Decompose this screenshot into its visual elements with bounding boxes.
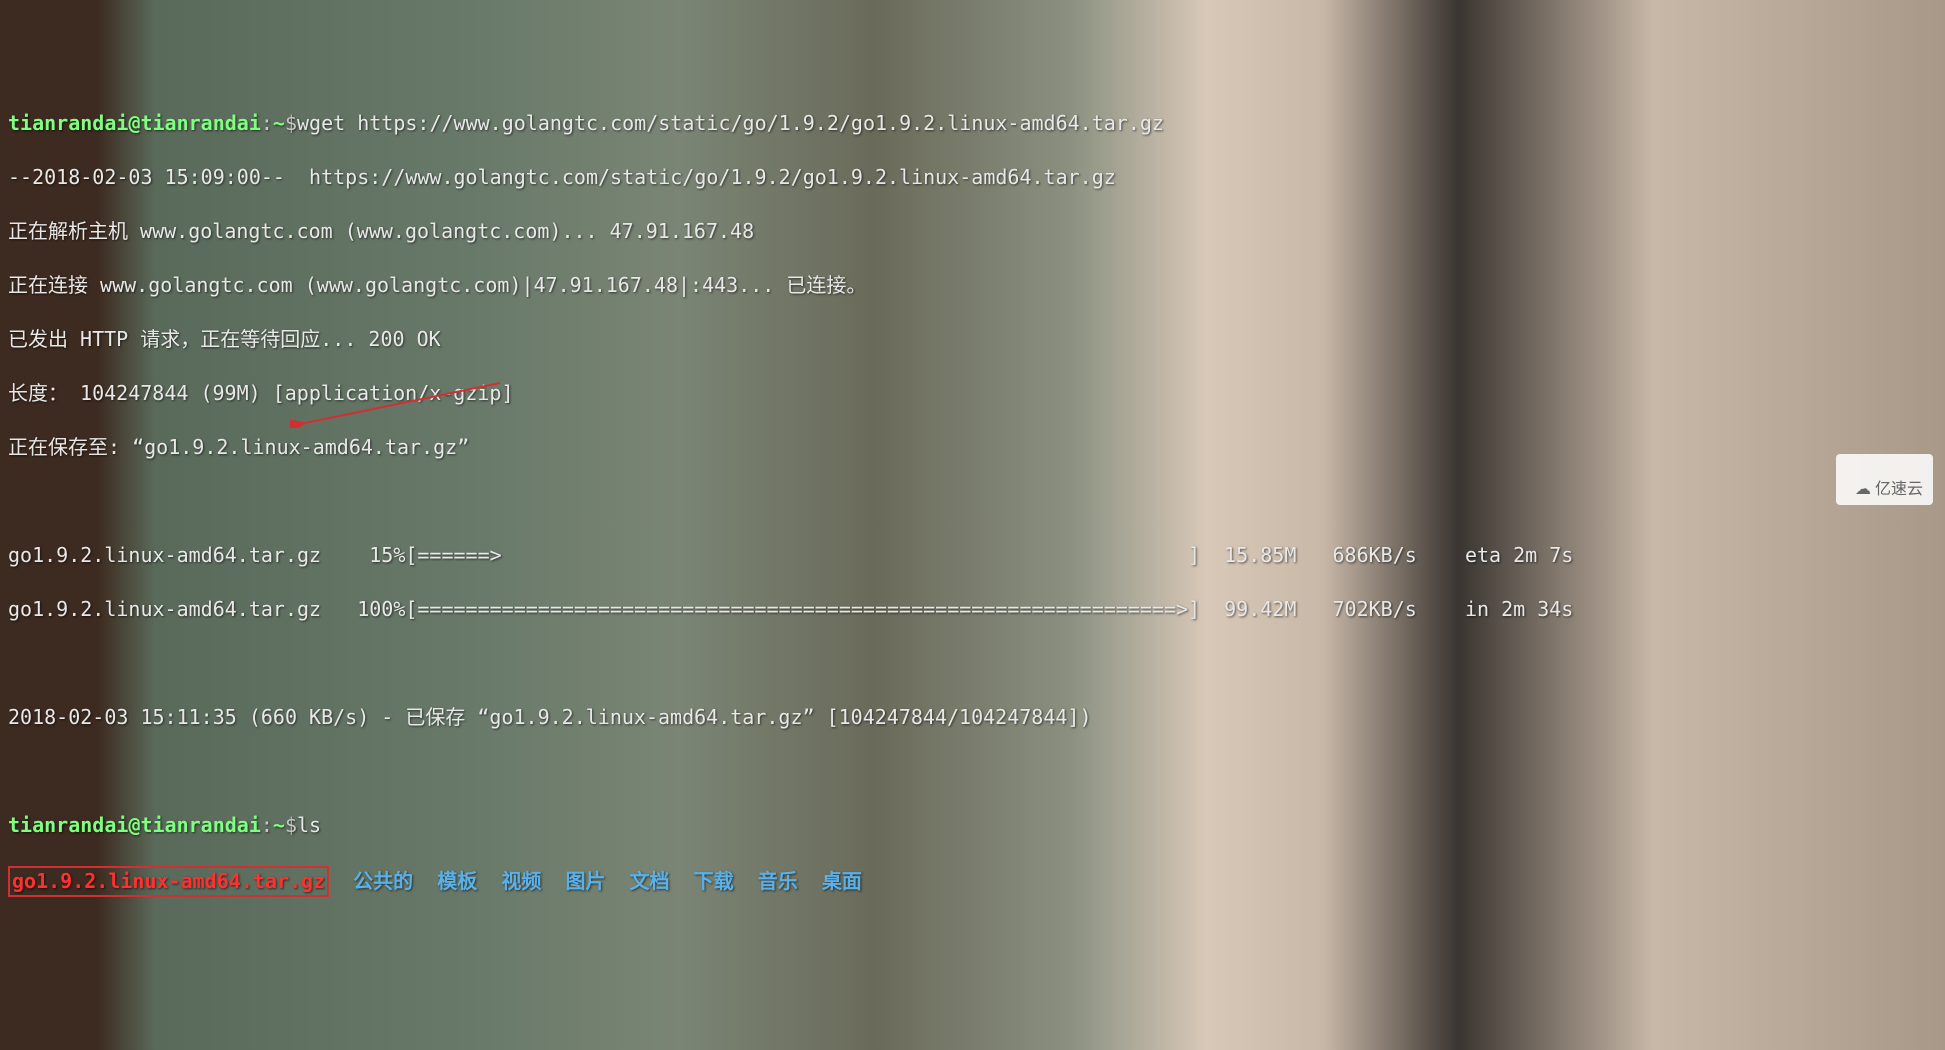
- output-line: 正在保存至: “go1.9.2.linux-amd64.tar.gz”: [8, 434, 1937, 461]
- watermark: ☁亿速云: [1836, 454, 1933, 505]
- directory-link: 音乐: [758, 869, 798, 893]
- output-line: --2018-02-03 15:09:00-- https://www.gola…: [8, 164, 1937, 191]
- blank-line: [8, 488, 1937, 515]
- directory-link: 文档: [630, 869, 670, 893]
- blank-line: [8, 650, 1937, 677]
- directory-link: 图片: [565, 869, 605, 893]
- prompt-sep: :: [261, 813, 273, 837]
- directory-link: 模板: [437, 869, 477, 893]
- command-text[interactable]: ls: [297, 813, 321, 837]
- blank-line: [8, 758, 1937, 785]
- directory-link: 公共的: [353, 869, 413, 893]
- progress-line: go1.9.2.linux-amd64.tar.gz 15%[======> ]…: [8, 542, 1937, 569]
- directory-link: 视频: [501, 869, 541, 893]
- prompt-user: tianrandai@tianrandai: [8, 813, 261, 837]
- prompt-dollar: $: [285, 111, 297, 135]
- command-text[interactable]: wget https://www.golangtc.com/static/go/…: [297, 111, 1164, 135]
- prompt-dollar: $: [285, 813, 297, 837]
- output-line: 正在连接 www.golangtc.com (www.golangtc.com)…: [8, 272, 1937, 299]
- archive-file: go1.9.2.linux-amd64.tar.gz: [12, 869, 325, 893]
- directory-link: 桌面: [822, 869, 862, 893]
- output-line: 2018-02-03 15:11:35 (660 KB/s) - 已保存 “go…: [8, 704, 1937, 731]
- progress-line: go1.9.2.linux-amd64.tar.gz 100%[========…: [8, 596, 1937, 623]
- prompt-path: ~: [273, 813, 285, 837]
- output-line: 正在解析主机 www.golangtc.com (www.golangtc.co…: [8, 218, 1937, 245]
- prompt-line: tianrandai@tianrandai:~$ls: [8, 812, 1937, 839]
- ls-output: go1.9.2.linux-amd64.tar.gz 公共的 模板 视频 图片 …: [8, 866, 1937, 897]
- output-line: 长度： 104247844 (99M) [application/x-gzip]: [8, 380, 1937, 407]
- prompt-sep: :: [261, 111, 273, 135]
- prompt-user: tianrandai@tianrandai: [8, 111, 261, 135]
- output-line: 已发出 HTTP 请求，正在等待回应... 200 OK: [8, 326, 1937, 353]
- cloud-icon: ☁: [1855, 479, 1871, 501]
- terminal-output: tianrandai@tianrandai:~$wget https://www…: [8, 110, 1937, 137]
- highlighted-file-box: go1.9.2.linux-amd64.tar.gz: [8, 866, 329, 897]
- directory-link: 下载: [694, 869, 734, 893]
- prompt-path: ~: [273, 111, 285, 135]
- watermark-text: 亿速云: [1875, 481, 1923, 498]
